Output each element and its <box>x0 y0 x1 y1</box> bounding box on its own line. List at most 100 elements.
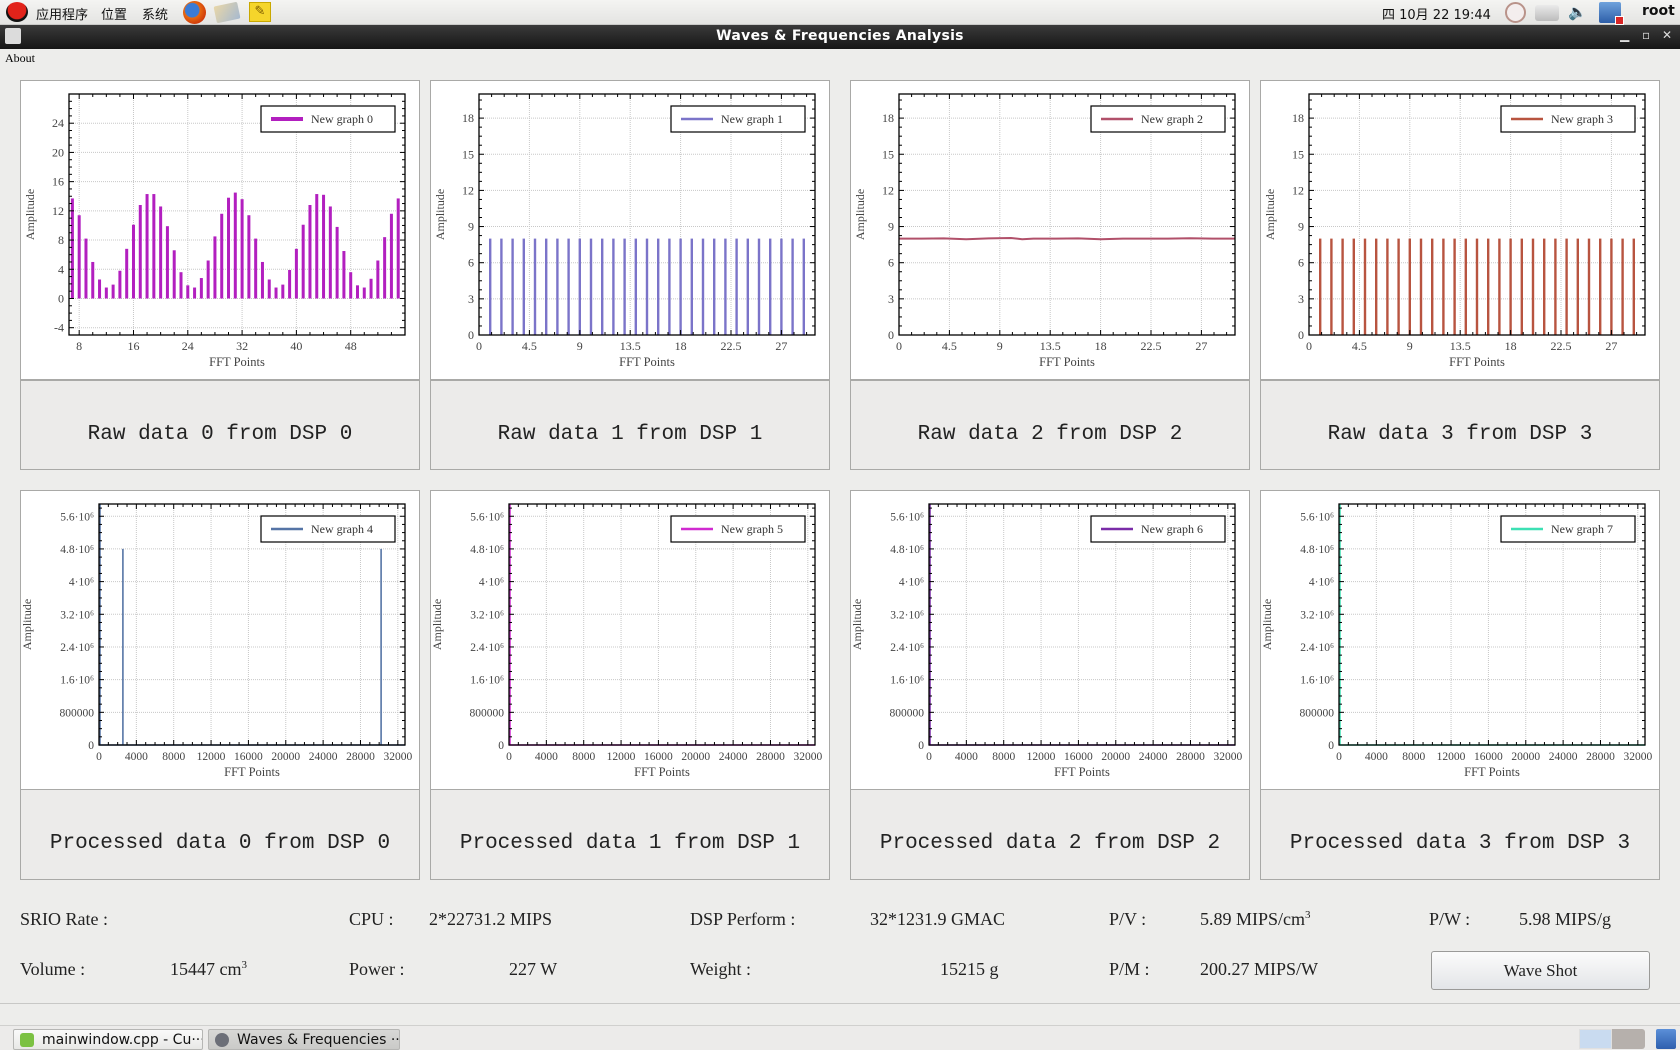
legend-label: New graph 3 <box>1551 112 1613 126</box>
chart-7[interactable]: 0 4000 8000 12000 16000 20000 24000 28000 32000 0… <box>1260 491 1659 789</box>
workspace-switcher[interactable] <box>1579 1029 1645 1049</box>
volume-value-sup: 3 <box>241 959 248 971</box>
volume-icon[interactable]: 🔈 <box>1568 3 1587 21</box>
minimize-button[interactable]: ▁ <box>1620 28 1629 42</box>
x-tick-label: 32000 <box>1623 751 1652 763</box>
keyboard-icon[interactable] <box>1535 5 1559 21</box>
bar <box>213 236 217 299</box>
bar <box>690 238 693 335</box>
wave-shot-button[interactable]: Wave Shot <box>1431 951 1650 990</box>
gauge-icon[interactable] <box>1505 2 1526 23</box>
chart-3[interactable]: 0 4.5 9 13.5 18 22.5 270369121518FFT PointsAmp… <box>1261 81 1659 379</box>
network-disconnected-icon[interactable] <box>1599 2 1624 25</box>
bar <box>355 285 359 299</box>
firefox-icon[interactable] <box>183 1 206 24</box>
y-tick-label: 15 <box>882 147 894 161</box>
chart-panel-6[interactable]: 0 4000 8000 12000 16000 20000 24000 28000 32000 0… <box>850 490 1250 790</box>
legend-label: New graph 2 <box>1141 112 1203 126</box>
x-tick-label: 16 <box>127 339 139 353</box>
y-tick-label: 3.2·10⁶ <box>60 609 94 621</box>
text-editor-icon[interactable]: ✎ <box>249 2 271 22</box>
chart-1[interactable]: 0 4.5 9 13.5 18 22.5 270369121518FFT PointsAmp… <box>431 81 829 379</box>
chart-caption-3: Raw data 3 from DSP 3 <box>1260 380 1660 470</box>
bar <box>1397 238 1400 335</box>
places-menu[interactable]: 位置 <box>101 4 127 23</box>
x-tick-label: 24000 <box>1139 751 1168 763</box>
bar <box>220 213 224 299</box>
bar <box>328 206 332 299</box>
bar <box>301 224 305 299</box>
show-desktop-icon[interactable] <box>1656 1029 1676 1049</box>
x-tick-label: 9 <box>1407 339 1413 353</box>
chart-5[interactable]: 0 4000 8000 12000 16000 20000 24000 28000 32000 0… <box>430 491 829 789</box>
bar <box>383 237 387 299</box>
workspace-1[interactable] <box>1579 1029 1612 1049</box>
x-axis-label: FFT Points <box>619 355 675 369</box>
bar <box>152 194 156 299</box>
chart-panel-1[interactable]: 0 4.5 9 13.5 18 22.5 27 0 3 6 9 12 15 18 FFT Points Amp… <box>430 80 830 380</box>
chart-panel-7[interactable]: 0 4000 8000 12000 16000 20000 24000 28000 32000 0… <box>1260 490 1660 790</box>
user-name[interactable]: root <box>1642 3 1675 19</box>
chart-panel-3[interactable]: 0 4.5 9 13.5 18 22.5 27 0 3 6 9 12 15 18 FFT Points Amp… <box>1260 80 1660 380</box>
applications-menu[interactable]: 应用程序 <box>36 4 88 23</box>
bar <box>362 287 366 299</box>
bar <box>1375 238 1378 335</box>
y-tick-label: 4·10⁶ <box>69 577 94 589</box>
maximize-button[interactable]: ▫ <box>1642 28 1650 42</box>
bar <box>578 238 581 335</box>
chart-caption-0: Raw data 0 from DSP 0 <box>20 380 420 470</box>
clock[interactable]: 四 10月 22 19:44 <box>1382 4 1491 23</box>
y-tick-label: 2.4·10⁶ <box>1300 642 1334 654</box>
redhat-logo-icon[interactable] <box>6 2 28 22</box>
legend-label: New graph 6 <box>1141 522 1203 536</box>
legend: New graph 3 <box>1500 105 1636 133</box>
system-menu[interactable]: 系统 <box>142 4 168 23</box>
bar <box>746 238 749 335</box>
bar <box>791 238 794 335</box>
task-label: Waves & Frequencies ··· <box>237 1032 400 1048</box>
file-manager-icon[interactable] <box>213 1 241 24</box>
y-tick-label: 0 <box>1328 740 1334 752</box>
bar <box>489 238 492 335</box>
bar <box>396 198 400 299</box>
srio-rate-label: SRIO Rate : <box>20 909 108 929</box>
close-button[interactable]: ✕ <box>1662 28 1672 42</box>
chart-4[interactable]: 0 4000 8000 12000 16000 20000 24000 28000 32000 0… <box>20 491 419 789</box>
chart-panel-4[interactable]: 0 4000 8000 12000 16000 20000 24000 28000 32000 0… <box>20 490 420 790</box>
y-tick-label: 9 <box>888 220 894 234</box>
bar <box>1408 238 1411 335</box>
pw-label: P/W : <box>1429 909 1471 929</box>
bar <box>780 238 783 335</box>
bar <box>612 238 615 335</box>
window-titlebar[interactable]: Waves & Frequencies Analysis ▁ ▫ ✕ <box>0 25 1680 49</box>
chart-2[interactable]: 0 4.5 9 13.5 18 22.5 270369121518FFT PointsAmp… <box>851 81 1249 379</box>
bar <box>1475 238 1479 335</box>
bar <box>601 238 604 335</box>
bar <box>1464 238 1467 335</box>
chart-0[interactable]: 8 16 24 32 40 48-404812162024FFT PointsAmplit… <box>21 81 419 379</box>
bar <box>623 238 626 335</box>
chart-6[interactable]: 0 4000 8000 12000 16000 20000 24000 28000 32000 0… <box>850 491 1249 789</box>
bar <box>522 238 525 335</box>
y-tick-label: 9 <box>1298 220 1304 234</box>
bar <box>657 238 660 335</box>
menu-about[interactable]: About <box>5 51 35 66</box>
taskbar-item-waves[interactable]: Waves & Frequencies ··· <box>208 1029 400 1050</box>
x-tick-label: 4000 <box>535 751 558 763</box>
x-tick-label: 20000 <box>1511 751 1540 763</box>
chart-panel-5[interactable]: 0 4000 8000 12000 16000 20000 24000 28000 32000 0… <box>430 490 830 790</box>
x-tick-label: 0 <box>506 751 512 763</box>
y-tick-label: 1.6·10⁶ <box>60 675 94 687</box>
cpu-value: 2*22731.2 MIPS <box>429 909 553 929</box>
y-tick-label: 12 <box>1292 183 1304 197</box>
y-tick-label: 12 <box>882 183 894 197</box>
bar <box>322 194 326 299</box>
x-tick-label: 4.5 <box>1352 339 1367 353</box>
chart-panel-0[interactable]: 8 16 24 32 40 48 -4 0 4 8 12 16 20 24 FFT Points Amplit… <box>20 80 420 380</box>
x-tick-label: 12000 <box>607 751 636 763</box>
bar <box>145 194 149 299</box>
taskbar-item-mainwindow[interactable]: mainwindow.cpp - Cu··· <box>13 1029 203 1050</box>
bar <box>1621 238 1624 335</box>
chart-panel-2[interactable]: 0 4.5 9 13.5 18 22.5 27 0 3 6 9 12 15 18 FFT Points Amp… <box>850 80 1250 380</box>
y-tick-label: 18 <box>462 111 474 125</box>
